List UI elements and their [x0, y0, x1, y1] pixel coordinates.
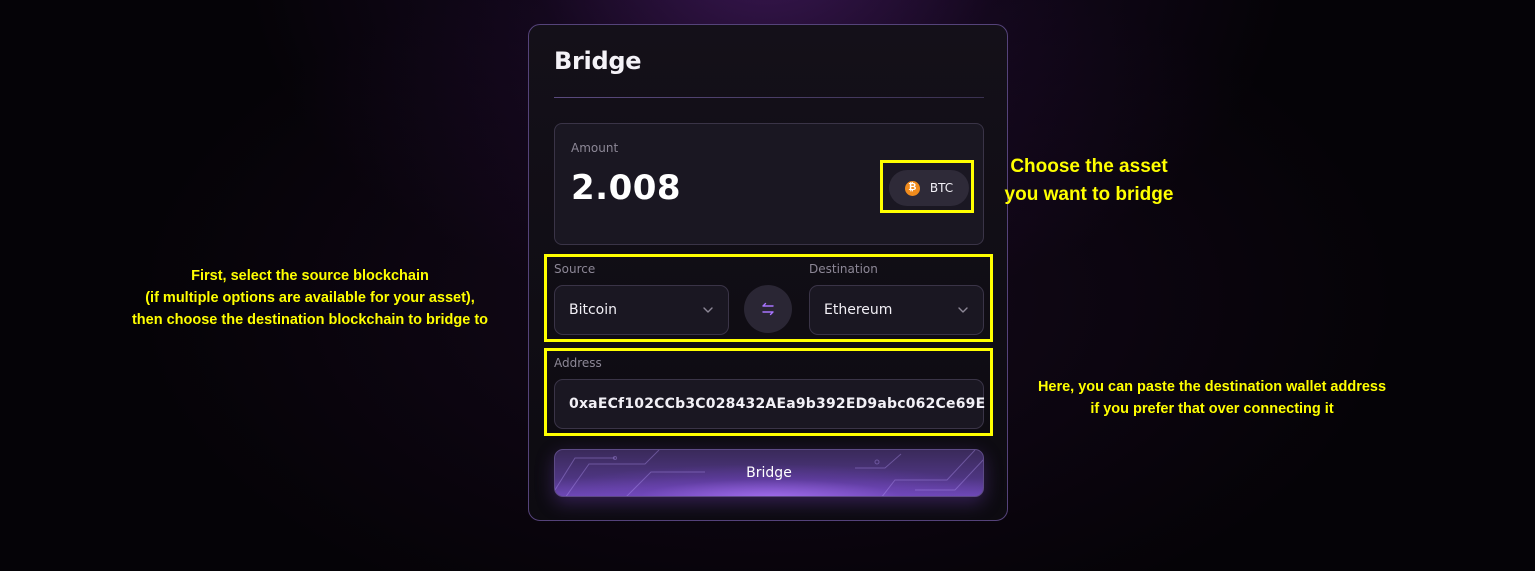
- annotation-line: if you prefer that over connecting it: [1090, 401, 1334, 417]
- divider: [554, 97, 984, 98]
- annotation-line: you want to bridge: [1004, 184, 1174, 205]
- amount-label: Amount: [571, 141, 619, 155]
- asset-highlight-box: [880, 160, 974, 213]
- chains-annotation: First, select the source blockchain (if …: [90, 265, 530, 331]
- asset-annotation: Choose the asset you want to bridge: [990, 153, 1188, 209]
- amount-input[interactable]: 2.008: [571, 168, 681, 208]
- annotation-line: Choose the asset: [1010, 156, 1168, 177]
- annotation-line: (if multiple options are available for y…: [145, 290, 475, 306]
- page-title: Bridge: [554, 47, 642, 75]
- bridge-submit-button[interactable]: Bridge: [554, 449, 984, 497]
- annotation-line: then choose the destination blockchain t…: [131, 312, 489, 328]
- bridge-button-label: Bridge: [746, 465, 792, 481]
- annotation-line: Here, you can paste the destination wall…: [1037, 379, 1387, 395]
- annotation-line: First, select the source blockchain: [191, 268, 429, 284]
- address-highlight-box: [544, 348, 993, 436]
- address-annotation: Here, you can paste the destination wall…: [1002, 376, 1422, 420]
- chains-highlight-box: [544, 254, 993, 342]
